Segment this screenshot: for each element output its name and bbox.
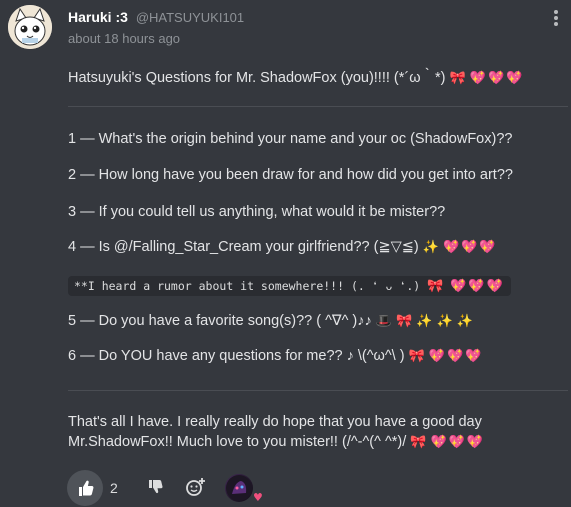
divider-top (68, 106, 568, 107)
thumbs-down-icon (149, 480, 163, 494)
question-4-hearts: 💖💖💖 (443, 240, 498, 255)
sparkle-emoji-icon: ✨ (422, 240, 439, 255)
closing-line-2: Mr.ShadowFox!! Much love to you mister!!… (68, 434, 407, 450)
add-reaction-icon (186, 478, 205, 496)
like-count: 2 (110, 480, 118, 496)
question-4-line: 4 — Is @/Falling_Star_Cream your girlfri… (68, 239, 498, 255)
cat-avatar-icon (8, 5, 52, 49)
rumor-text: **I heard a rumor about it somewhere!!! … (74, 279, 421, 293)
closing-line-1: That's all I have. I really really do ho… (68, 414, 482, 430)
reactor-avatar-icon (226, 475, 252, 501)
question-5: 5 — Do you have a favorite song(s)?? ( ^… (68, 313, 372, 329)
bow-emoji-icon: 🎀 (408, 349, 425, 364)
sparkle-emoji-icon: ✨ ✨ ✨ (416, 314, 474, 329)
bow-emoji-icon: 🎀 (427, 279, 444, 294)
reactor-avatar[interactable] (225, 474, 253, 502)
question-5-line: 5 — Do you have a favorite song(s)?? ( ^… (68, 313, 473, 329)
author-handle[interactable]: @HATSUYUKI101 (136, 10, 244, 25)
closing-line-2-row: Mr.ShadowFox!! Much love to you mister!!… (68, 434, 485, 450)
question-6: 6 — Do YOU have any questions for me?? ♪… (68, 348, 405, 364)
intro-hearts: 💖💖💖 (469, 71, 525, 86)
question-2: 2 — How long have you been draw for and … (68, 167, 513, 183)
intro-line: Hatsuyuki's Questions for Mr. ShadowFox … (68, 66, 524, 87)
closing-hearts: 💖💖💖 (430, 435, 486, 450)
rumor-hearts: 💖💖💖 (450, 279, 505, 294)
author-avatar[interactable] (8, 5, 52, 49)
dislike-button[interactable] (147, 478, 165, 496)
question-3: 3 — If you could tell us anything, what … (68, 204, 446, 220)
post-timestamp[interactable]: about 18 hours ago (68, 31, 180, 46)
thumbs-up-icon (79, 480, 94, 496)
post-card: Haruki :3 @HATSUYUKI101 about 18 hours a… (0, 0, 571, 507)
question-6-line: 6 — Do YOU have any questions for me?? ♪… (68, 348, 483, 364)
like-button[interactable] (67, 470, 103, 506)
intro-text: Hatsuyuki's Questions for Mr. ShadowFox … (68, 70, 446, 86)
author-line: Haruki :3 @HATSUYUKI101 (68, 9, 244, 25)
author-name[interactable]: Haruki :3 (68, 9, 128, 25)
divider-bottom (68, 390, 568, 391)
bow-emoji-icon: 🎀 (449, 71, 466, 86)
question-4: 4 — Is @/Falling_Star_Cream your girlfri… (68, 239, 419, 255)
heart-reaction-icon: ♥ (253, 491, 263, 504)
question-1: 1 — What's the origin behind your name a… (68, 131, 513, 147)
question-6-hearts: 💖💖💖 (428, 349, 484, 364)
top-hat-emoji-icon: 🎩 (375, 314, 392, 329)
bow-emoji-icon: 🎀 (396, 314, 413, 329)
bow-emoji-icon: 🎀 (410, 435, 427, 450)
add-reaction-button[interactable] (185, 477, 207, 497)
rumor-code-chip: **I heard a rumor about it somewhere!!! … (68, 276, 511, 296)
kebab-menu-icon[interactable] (550, 8, 562, 30)
